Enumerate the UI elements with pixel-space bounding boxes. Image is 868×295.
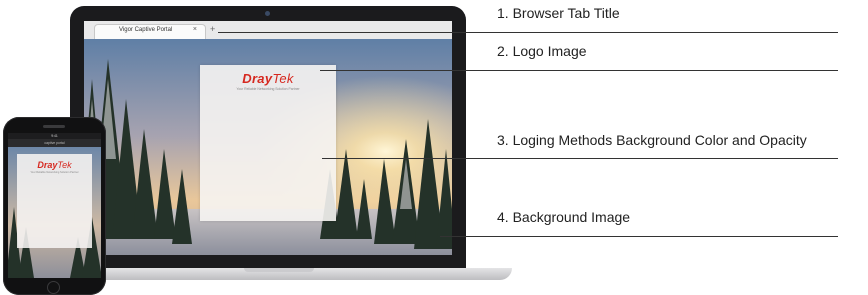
webcam — [265, 11, 270, 16]
callout-login-methods-color: 3. Loging Methods Background Color and O… — [497, 132, 807, 148]
phone-url-text: captive portal — [44, 141, 65, 145]
laptop-base-notch — [244, 268, 314, 272]
browser-tab[interactable]: Vigor Captive Portal × — [94, 24, 206, 39]
browser-tab-title: Vigor Captive Portal — [119, 27, 173, 33]
callout-line-background — [440, 236, 838, 237]
phone-home-button[interactable] — [47, 281, 60, 294]
browser-tab-bar: Vigor Captive Portal × + — [84, 21, 452, 40]
new-tab-plus-icon[interactable]: + — [210, 24, 215, 34]
phone-screen: 9:41 captive portal DrayTek Your Reliabl… — [8, 133, 101, 278]
callout-logo-image: 2. Logo Image — [497, 43, 587, 59]
laptop-screen: Vigor Captive Portal × + DrayTek Your Re… — [84, 21, 452, 255]
phone-logo-slogan: Your Reliable Networking Solution Partne… — [30, 171, 79, 174]
callout-line-login-methods — [322, 158, 838, 159]
callout-background-image: 4. Background Image — [497, 209, 631, 225]
logo-image: DrayTek — [242, 71, 294, 86]
phone-url-bar[interactable]: captive portal — [8, 139, 101, 147]
laptop: Vigor Captive Portal × + DrayTek Your Re… — [70, 6, 466, 270]
callout-line-browser-tab — [218, 32, 838, 33]
phone: 9:41 captive portal DrayTek Your Reliabl… — [3, 117, 106, 295]
phone-speaker — [43, 125, 65, 128]
callout-browser-tab-title: 1. Browser Tab Title — [497, 5, 620, 21]
phone-login-methods-panel: DrayTek Your Reliable Networking Solutio… — [17, 154, 92, 248]
laptop-base — [44, 268, 512, 280]
callout-line-logo — [320, 70, 838, 71]
phone-logo-image: DrayTek — [37, 160, 72, 170]
login-methods-panel: DrayTek Your Reliable Networking Solutio… — [200, 65, 336, 221]
close-icon[interactable]: × — [193, 26, 197, 33]
logo-slogan: Your Reliable Networking Solution Partne… — [236, 87, 300, 91]
